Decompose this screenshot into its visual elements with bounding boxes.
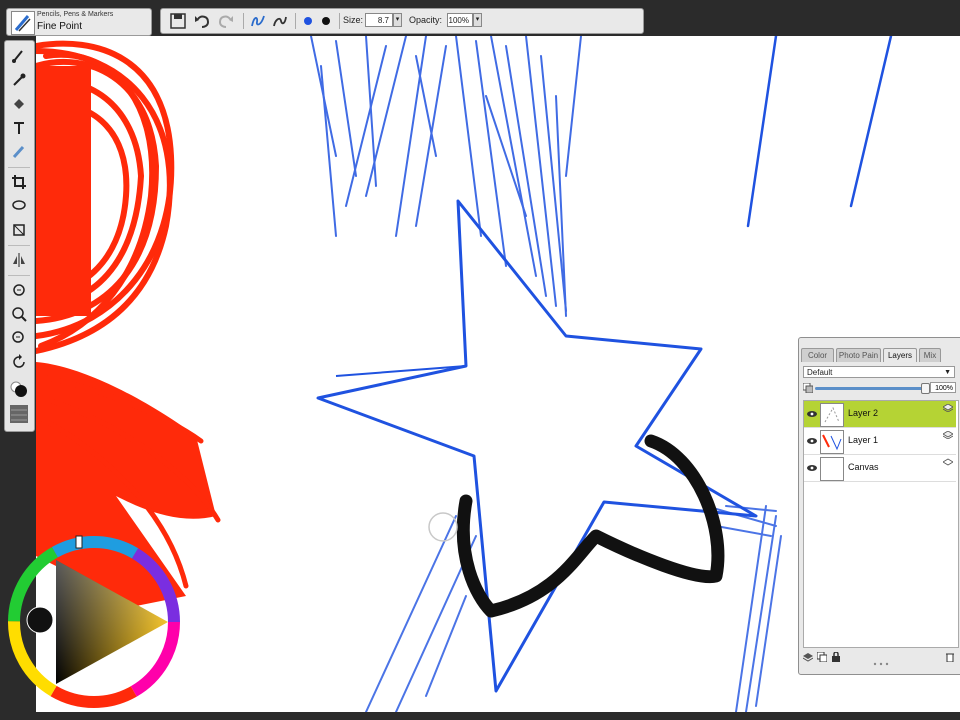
blender-icon[interactable] — [8, 141, 30, 163]
layer-row-layer-2[interactable]: Layer 2 — [804, 401, 956, 428]
brush-icon[interactable] — [8, 45, 30, 67]
opacity-icon — [803, 383, 813, 393]
undo-icon[interactable] — [193, 12, 211, 30]
brush-selector[interactable]: Pencils, Pens & Markers Fine Point — [6, 8, 152, 36]
brush-variant-label: Fine Point — [37, 21, 83, 32]
layer-composite-icon — [943, 404, 953, 412]
panel-resize-grip-icon[interactable] — [873, 662, 889, 666]
visibility-eye-icon[interactable] — [807, 464, 817, 472]
brush-cursor — [428, 512, 458, 542]
layer-opacity-slider-knob[interactable] — [921, 383, 930, 394]
layer-name: Layer 1 — [848, 435, 879, 445]
chevron-down-icon: ▼ — [944, 369, 951, 376]
visibility-eye-icon[interactable] — [807, 410, 817, 418]
separator — [339, 13, 340, 29]
color-wheel[interactable] — [4, 532, 184, 712]
layer-commands-icon[interactable] — [803, 652, 813, 662]
layer-row-layer-1[interactable]: Layer 1 — [804, 428, 956, 455]
layer-thumbnail — [820, 403, 844, 427]
color-swatches-icon[interactable] — [8, 379, 30, 401]
tab-mixer[interactable]: Mix — [919, 348, 941, 362]
tab-photo-paint[interactable]: Photo Pain — [836, 348, 881, 362]
size-field[interactable]: 8.7 — [365, 13, 393, 27]
new-layer-icon[interactable] — [817, 652, 827, 662]
layer-composite-icon — [943, 458, 953, 466]
panel-tabs: Color Photo Pain Layers Mix — [801, 348, 959, 362]
layers-panel: Color Photo Pain Layers Mix Default ▼ 10… — [798, 337, 960, 675]
lock-icon[interactable] — [831, 652, 841, 662]
size-label: Size: — [343, 15, 364, 25]
opacity-dropdown-button[interactable]: ▾ — [473, 13, 482, 27]
paper-texture-icon[interactable] — [8, 403, 30, 425]
paint-bucket-icon[interactable] — [8, 93, 30, 115]
separator — [243, 13, 244, 29]
layer-composite-icon — [943, 431, 953, 439]
grabber-icon[interactable] — [8, 279, 30, 301]
color-picker-dot — [26, 606, 54, 634]
text-icon[interactable] — [8, 117, 30, 139]
blue-hatching — [310, 36, 582, 317]
brush-category-label: Pencils, Pens & Markers — [37, 11, 114, 18]
dropper-icon[interactable] — [8, 69, 30, 91]
brush-ghost-icon[interactable] — [271, 12, 289, 30]
blue-star — [316, 199, 758, 693]
layer-name: Layer 2 — [848, 408, 879, 418]
separator — [8, 167, 30, 168]
layer-opacity-value[interactable]: 100% — [930, 382, 956, 393]
crop-icon[interactable] — [8, 171, 30, 193]
stroke-attribute-icon[interactable] — [249, 12, 267, 30]
brush-category-icon — [11, 11, 35, 35]
layer-name: Canvas — [848, 462, 879, 472]
size-dropdown-button[interactable]: ▾ — [393, 13, 402, 27]
visibility-eye-icon[interactable] — [807, 437, 817, 445]
opacity-label: Opacity: — [409, 15, 443, 25]
composite-method-value: Default — [807, 368, 833, 377]
red-fill-top — [36, 66, 91, 316]
layer-opacity-row: 100% — [803, 382, 957, 394]
main-color-swatch[interactable] — [299, 12, 317, 30]
tab-color[interactable]: Color — [801, 348, 834, 362]
separator — [8, 245, 30, 246]
composite-method-select[interactable]: Default ▼ — [803, 366, 955, 378]
save-icon[interactable] — [169, 12, 187, 30]
hue-marker — [75, 535, 83, 549]
zoom-out-icon[interactable] — [8, 327, 30, 349]
tab-layers[interactable]: Layers — [883, 348, 917, 362]
trash-icon[interactable] — [945, 652, 955, 662]
layer-thumbnail — [820, 430, 844, 454]
lasso-icon[interactable] — [8, 195, 30, 217]
layer-opacity-slider[interactable] — [815, 387, 925, 390]
layer-thumbnail — [820, 457, 844, 481]
zoom-in-icon[interactable] — [8, 303, 30, 325]
separator — [8, 275, 30, 276]
mirror-icon[interactable] — [8, 249, 30, 271]
secondary-color-swatch[interactable] — [317, 12, 335, 30]
layer-row-canvas[interactable]: Canvas — [804, 455, 956, 482]
transform-icon[interactable] — [8, 219, 30, 241]
layer-panel-footer — [799, 648, 959, 672]
property-bar: Size: 8.7 ▾ Opacity: 100% ▾ — [160, 8, 644, 34]
rotate-icon[interactable] — [8, 351, 30, 373]
redo-icon[interactable] — [217, 12, 235, 30]
layer-list: Layer 2 Layer 1 Canvas — [803, 400, 959, 648]
toolbox — [4, 40, 35, 432]
opacity-field[interactable]: 100% — [447, 13, 473, 27]
separator — [295, 13, 296, 29]
